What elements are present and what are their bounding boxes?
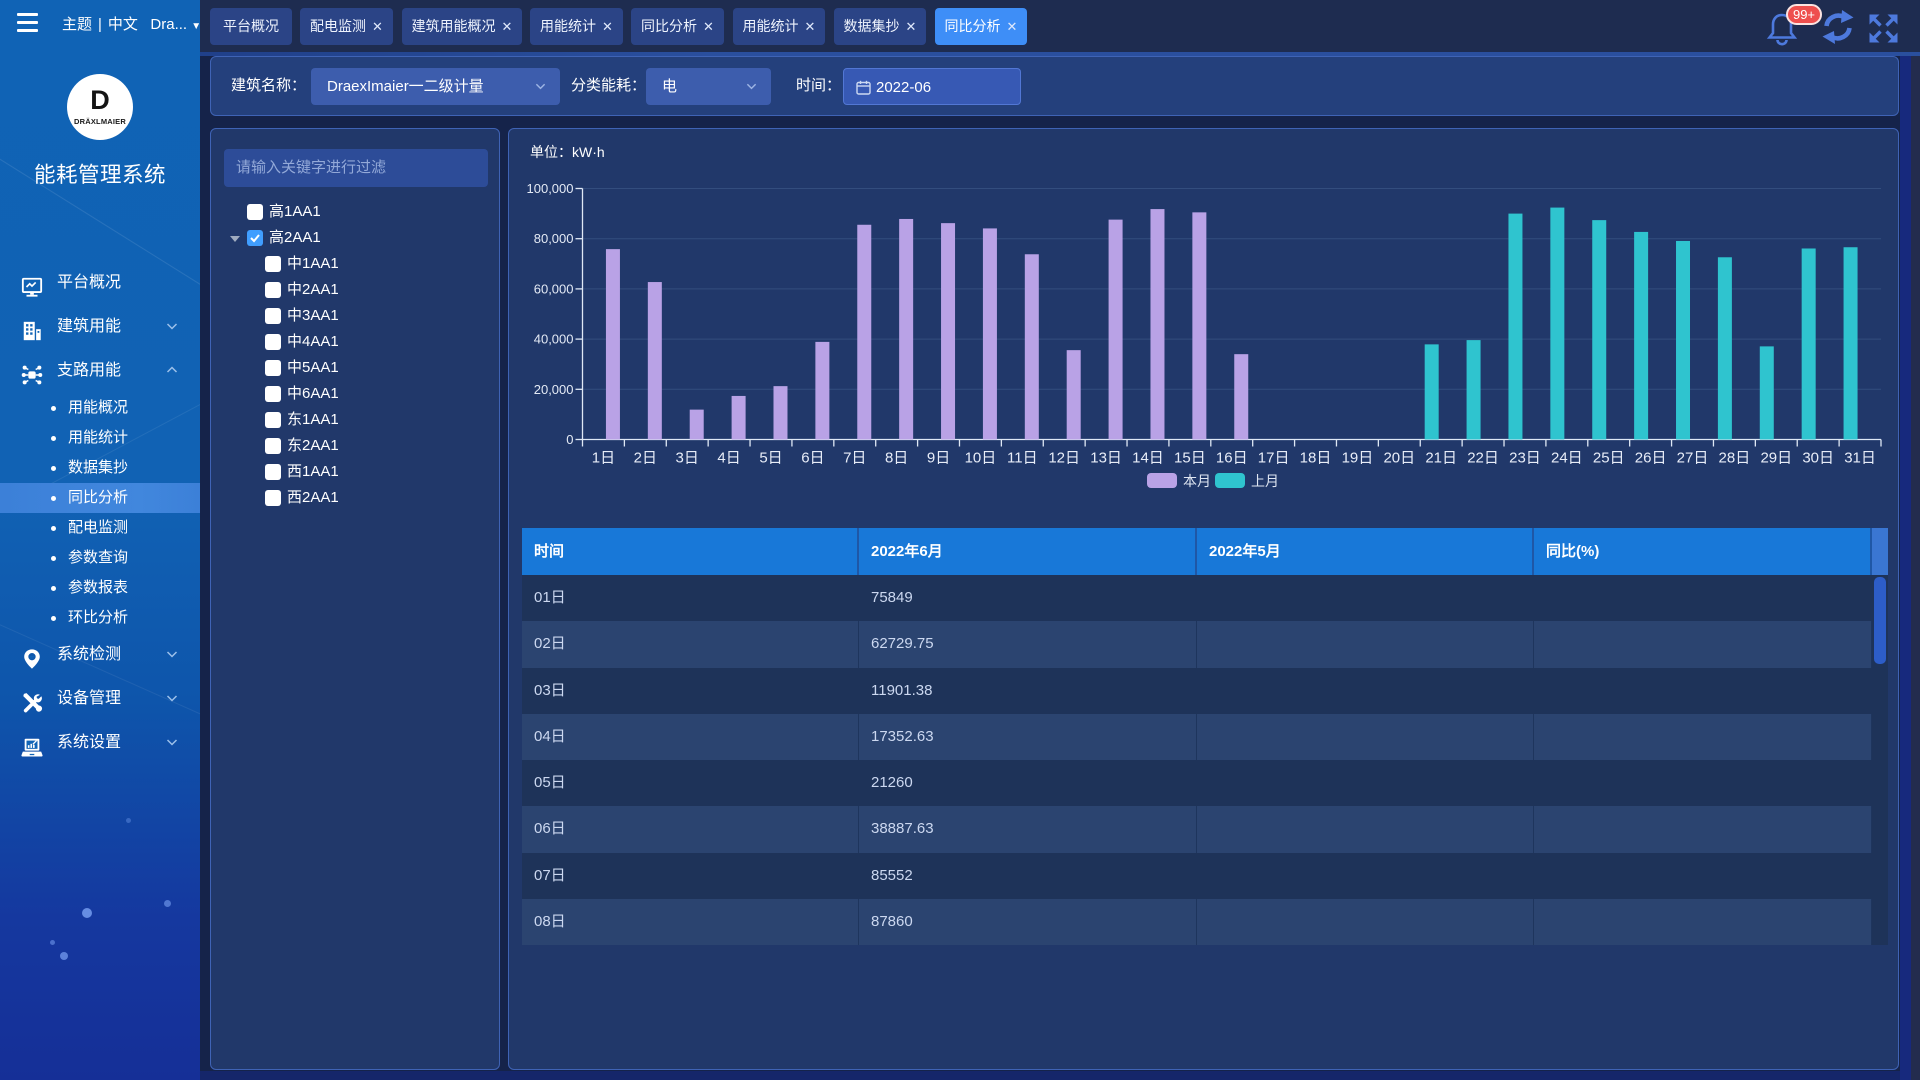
svg-text:16日: 16日 — [1216, 450, 1248, 467]
svg-text:3日: 3日 — [676, 450, 699, 467]
svg-text:2日: 2日 — [634, 450, 657, 467]
svg-text:6日: 6日 — [801, 450, 824, 467]
svg-text:26日: 26日 — [1635, 450, 1667, 467]
svg-text:19日: 19日 — [1342, 450, 1374, 467]
svg-text:80,000: 80,000 — [534, 231, 574, 246]
svg-text:8日: 8日 — [885, 450, 908, 467]
svg-text:25日: 25日 — [1593, 450, 1625, 467]
svg-text:17日: 17日 — [1258, 450, 1290, 467]
svg-text:100,000: 100,000 — [527, 181, 574, 196]
svg-text:31日: 31日 — [1844, 450, 1876, 467]
svg-text:0: 0 — [566, 432, 573, 447]
svg-text:9日: 9日 — [927, 450, 950, 467]
svg-text:1日: 1日 — [592, 450, 615, 467]
svg-text:本月: 本月 — [1183, 473, 1211, 489]
svg-text:4日: 4日 — [717, 450, 740, 467]
svg-text:60,000: 60,000 — [534, 281, 574, 296]
svg-text:11日: 11日 — [1007, 450, 1038, 467]
svg-text:7日: 7日 — [843, 450, 866, 467]
svg-text:28日: 28日 — [1719, 450, 1751, 467]
svg-text:18日: 18日 — [1300, 450, 1332, 467]
svg-text:13日: 13日 — [1090, 450, 1122, 467]
svg-text:10日: 10日 — [965, 450, 997, 467]
svg-text:15日: 15日 — [1174, 450, 1206, 467]
svg-text:上月: 上月 — [1251, 473, 1279, 489]
svg-text:21日: 21日 — [1425, 450, 1457, 467]
svg-text:40,000: 40,000 — [534, 332, 574, 347]
svg-text:5日: 5日 — [759, 450, 782, 467]
svg-text:12日: 12日 — [1048, 450, 1080, 467]
svg-text:22日: 22日 — [1467, 450, 1499, 467]
svg-text:23日: 23日 — [1509, 450, 1541, 467]
svg-text:30日: 30日 — [1802, 450, 1834, 467]
svg-text:14日: 14日 — [1132, 450, 1164, 467]
svg-text:20,000: 20,000 — [534, 382, 574, 397]
svg-text:20日: 20日 — [1383, 450, 1415, 467]
svg-text:29日: 29日 — [1760, 450, 1792, 467]
svg-text:27日: 27日 — [1677, 450, 1709, 467]
svg-text:24日: 24日 — [1551, 450, 1583, 467]
